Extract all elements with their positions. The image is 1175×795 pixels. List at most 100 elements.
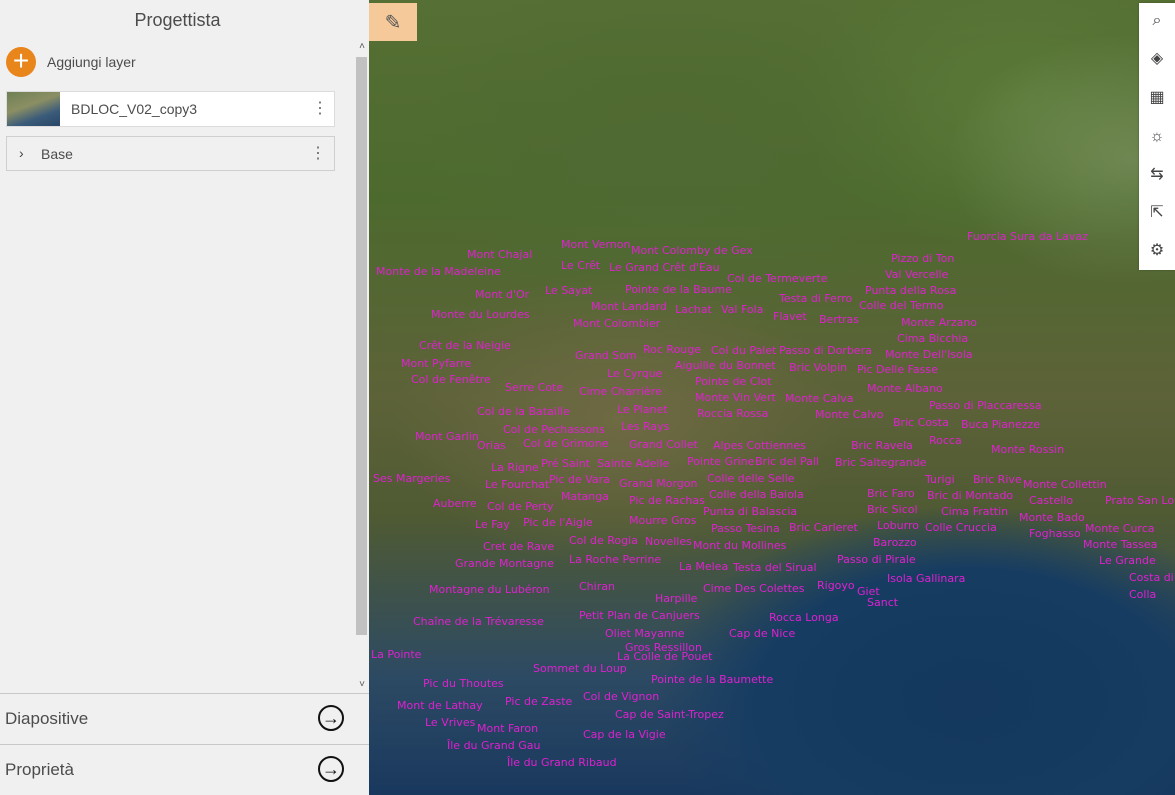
map-label: Monte Collettin [1023, 478, 1107, 491]
map-label: Monte Bado [1019, 511, 1085, 524]
base-group[interactable]: › Base ⋮ [6, 136, 335, 171]
map-label: Buca Pianezze [961, 418, 1041, 431]
map-label: Rocca Longa [769, 611, 839, 624]
map-label: Rigoyo [817, 579, 855, 592]
map-label: Cime Des Colettes [703, 582, 805, 595]
map-label: Bric Ravela [851, 439, 913, 452]
map-label: Mont Pyfarre [401, 357, 472, 370]
map-label: Mont Vernon [561, 238, 631, 251]
map-label: Col de Fenêtre [411, 373, 491, 386]
map-label: Col de Termeverte [727, 272, 828, 285]
map-label: Isola Gallinara [887, 572, 966, 585]
search-icon[interactable]: ⌕ [1139, 6, 1175, 36]
map-label: Grand Collet [629, 438, 698, 451]
designer-panel: Progettista + Aggiungi layer BDLOC_V02_c… [0, 0, 370, 795]
map-label: Testa di Ferro [779, 292, 853, 305]
map-label: Le Sayat [545, 284, 593, 297]
scroll-up-arrow-icon[interactable]: ˄ [355, 40, 369, 54]
properties-label: Proprietà [5, 760, 74, 779]
edit-button[interactable]: ✎ [369, 3, 417, 41]
add-layer-label: Aggiungi layer [47, 54, 136, 70]
map-label: Pointe Grine [687, 455, 755, 468]
map-label: Col de Perty [487, 500, 554, 513]
map-label: Costa di [1129, 571, 1174, 584]
add-layer-button[interactable]: + Aggiungi layer [6, 47, 136, 77]
map-label: Colla [1129, 588, 1157, 601]
layer-menu-icon[interactable]: ⋮ [312, 100, 328, 118]
map-label: Monte de la Madeleine [376, 265, 501, 278]
map-label: Mont de Lathay [397, 699, 483, 712]
layer-item[interactable]: BDLOC_V02_copy3 ⋮ [6, 91, 335, 127]
measure-icon[interactable]: ⇆ [1139, 160, 1175, 190]
map-label: Passo di Placcaressa [929, 399, 1042, 412]
arrow-right-icon[interactable]: → [318, 705, 344, 731]
map-label: Monte Albano [867, 382, 943, 395]
map-label: Bric del Pall [755, 455, 819, 468]
map-label: Mont Faron [477, 722, 539, 735]
map-label: Monte Tassea [1083, 538, 1158, 551]
map-label: Testa del Sirual [733, 561, 817, 574]
settings-icon[interactable]: ⚙ [1139, 236, 1175, 266]
map-label: Mont du Mollines [693, 539, 787, 552]
panel-title: Progettista [134, 10, 221, 30]
map-label: Mont d'Or [475, 288, 530, 301]
map-label: Aiguille du Bonnet [675, 359, 776, 372]
map-label: Colle Cruccia [925, 521, 997, 534]
layers-icon[interactable]: ◈ [1139, 44, 1175, 74]
map-label: Colle del Termo [859, 299, 944, 312]
map-label: Bric Costa [893, 416, 949, 429]
map-label: Foghasso [1029, 527, 1081, 540]
map-label: Pic de l'Aigle [523, 516, 593, 529]
properties-section[interactable]: Proprietà → [0, 744, 369, 795]
map-label: Col de la Bataille [477, 405, 570, 418]
map-label: Cima Frattin [941, 505, 1009, 518]
map-label: Pic de Vara [549, 473, 610, 486]
map-label: Pic du Thoutes [423, 677, 504, 690]
map-label: Castello [1029, 494, 1074, 507]
map-label: Pré Saint [541, 457, 591, 470]
map-label: Mourre Gros [629, 514, 697, 527]
scroll-down-arrow-icon[interactable]: ˅ [355, 678, 369, 692]
map-label: Fuorcla Sura da Lavaz [967, 230, 1088, 243]
slides-label: Diapositive [5, 709, 89, 728]
map-label: Petit Plan de Canjuers [579, 609, 700, 622]
base-label: Base [41, 146, 73, 162]
map-label: Grand Morgon [619, 477, 698, 490]
share-icon[interactable]: ⇱ [1139, 198, 1175, 228]
map-label: Le Vrives [425, 716, 476, 729]
map-label: Bric Volpin [789, 361, 848, 374]
map-label: Punta di Balascia [703, 505, 798, 518]
map-label: Mont Landard [591, 300, 667, 313]
map-label: Monte Calvo [815, 408, 884, 421]
map-label: Monte Rossin [991, 443, 1065, 456]
map-label: Flavet [773, 310, 807, 323]
layer-thumbnail [7, 92, 60, 126]
map-label: Sainte Adelle [597, 457, 670, 470]
map-label: Cima Bicchia [897, 332, 969, 345]
map-label: La Pointe [371, 648, 422, 661]
map-label: Pizzo di Ton [891, 252, 955, 265]
map-label: Le Cyrque [607, 367, 663, 380]
map-label: Novelles [645, 535, 692, 548]
map-label: Chiran [579, 580, 615, 593]
arrow-right-icon[interactable]: → [318, 756, 344, 782]
chevron-right-icon[interactable]: › [19, 145, 24, 161]
map-label: La Rigne [491, 461, 539, 474]
map-view[interactable]: Fuorcla Sura da Lavaz Mont Vernon Mont Col… [369, 0, 1175, 795]
qr-code-icon[interactable]: ▦ [1139, 83, 1175, 113]
map-label: Le Planet [617, 403, 668, 416]
plus-icon: + [6, 47, 36, 77]
map-label: Grande Montagne [455, 557, 554, 570]
map-label: Roc Rouge [643, 343, 702, 356]
map-label: Pic de Zaste [505, 695, 573, 708]
slides-section[interactable]: Diapositive → [0, 693, 369, 744]
scrollbar-thumb[interactable] [356, 57, 367, 635]
map-label: Ses Margeries [373, 472, 451, 485]
daylight-icon[interactable]: ☼ [1139, 122, 1175, 152]
base-menu-icon[interactable]: ⋮ [310, 145, 326, 163]
map-label: Les Rays [621, 420, 670, 433]
map-label: Turigi [925, 473, 955, 486]
map-label: Bric Faro [867, 487, 915, 500]
map-label: Col de Vignon [583, 690, 660, 703]
map-label: Orias [477, 439, 506, 452]
